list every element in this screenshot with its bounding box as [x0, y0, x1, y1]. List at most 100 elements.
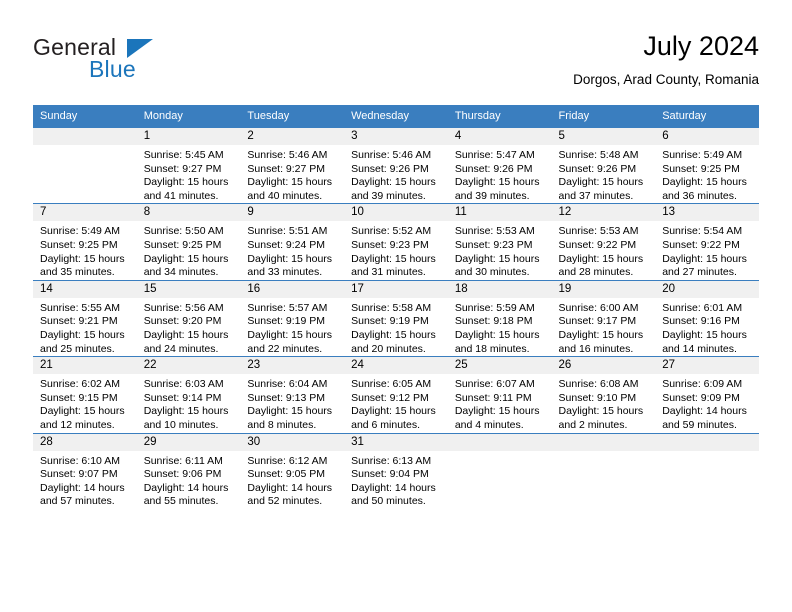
calendar-day-cell[interactable]: 2 Sunrise: 5:46 AM Sunset: 9:27 PM Daylight…: [240, 126, 345, 204]
calendar-day-cell[interactable]: 8 Sunrise: 5:50 AM Sunset: 9:25 PM Daylight…: [136, 203, 241, 281]
sunset-text: Sunset: 9:16 PM: [662, 315, 740, 328]
day-details: Sunrise: 5:48 AM Sunset: 9:26 PM Daylight:…: [552, 145, 656, 203]
calendar-day-cell[interactable]: 24 Sunrise: 6:05 AM Sunset: 9:12 PM Dayligh…: [344, 356, 448, 433]
calendar-day-cell[interactable]: 27 Sunrise: 6:09 AM Sunset: 9:09 PM Dayligh…: [655, 356, 759, 433]
calendar-page: General Blue July 2024 Dorgos, Arad Coun…: [0, 0, 792, 612]
daylight-text-line1: Daylight: 15 hours: [247, 328, 333, 341]
page-title: July 2024: [643, 31, 759, 61]
calendar-day-cell[interactable]: 18 Sunrise: 5:59 AM Sunset: 9:18 PM Dayligh…: [447, 279, 552, 357]
calendar-day-cell[interactable]: 19 Sunrise: 6:00 AM Sunset: 9:17 PM Dayligh…: [551, 279, 656, 357]
day-number: 8: [136, 204, 241, 222]
sunrise-text: Sunrise: 6:09 AM: [662, 378, 743, 391]
day-details: Sunrise: 5:46 AM Sunset: 9:27 PM Daylight:…: [240, 145, 344, 203]
day-details: Sunrise: 5:50 AM Sunset: 9:25 PM Daylight:…: [137, 221, 241, 279]
sunset-text: Sunset: 9:14 PM: [143, 391, 222, 404]
day-details: Sunrise: 5:46 AM Sunset: 9:26 PM Daylight:…: [344, 145, 448, 203]
daylight-text-line1: Daylight: 15 hours: [40, 252, 125, 265]
calendar-day-cell[interactable]: 26 Sunrise: 6:08 AM Sunset: 9:10 PM Dayligh…: [551, 356, 656, 433]
daylight-text-line2: and 37 minutes.: [558, 189, 634, 202]
day-details: Sunrise: 5:53 AM Sunset: 9:23 PM Daylight:…: [448, 221, 552, 279]
day-number: [447, 433, 552, 451]
daylight-text-line2: and 39 minutes.: [351, 189, 426, 202]
calendar-day-cell[interactable]: 30 Sunrise: 6:12 AM Sunset: 9:05 PM Dayligh…: [240, 432, 345, 509]
day-number: 9: [240, 204, 345, 222]
daylight-text-line1: Daylight: 15 hours: [143, 328, 229, 341]
daylight-text-line2: and 6 minutes.: [351, 418, 420, 431]
daylight-text-line1: Daylight: 15 hours: [454, 328, 540, 341]
day-number: 5: [551, 128, 656, 145]
calendar-week-row: 14 Sunrise: 5:55 AM Sunset: 9:21 PM Dayligh…: [33, 279, 759, 357]
daylight-text-line2: and 34 minutes.: [143, 266, 219, 279]
day-details: Sunrise: 6:01 AM Sunset: 9:16 PM Daylight:…: [655, 298, 759, 356]
calendar-day-cell[interactable]: 31 Sunrise: 6:13 AM Sunset: 9:04 PM Dayligh…: [344, 432, 448, 509]
daylight-text-line2: and 52 minutes.: [247, 495, 323, 508]
daylight-text-line1: Daylight: 15 hours: [351, 176, 436, 189]
calendar-day-cell[interactable]: 13 Sunrise: 5:54 AM Sunset: 9:22 PM Dayligh…: [655, 203, 759, 281]
day-details: Sunrise: 6:08 AM Sunset: 9:10 PM Daylight:…: [552, 374, 656, 432]
day-details: Sunrise: 6:09 AM Sunset: 9:09 PM Daylight:…: [655, 374, 759, 432]
daylight-text-line2: and 27 minutes.: [662, 266, 737, 279]
calendar-week-row: 7 Sunrise: 5:49 AM Sunset: 9:25 PM Daylight…: [33, 203, 759, 281]
sunset-text: Sunset: 9:21 PM: [40, 315, 118, 328]
sunset-text: Sunset: 9:25 PM: [40, 238, 118, 251]
calendar-day-cell[interactable]: 7 Sunrise: 5:49 AM Sunset: 9:25 PM Daylight…: [33, 203, 137, 281]
daylight-text-line1: Daylight: 15 hours: [247, 405, 333, 418]
day-details: Sunrise: 5:55 AM Sunset: 9:21 PM Daylight:…: [33, 298, 137, 356]
calendar-day-cell[interactable]: 10 Sunrise: 5:52 AM Sunset: 9:23 PM Dayligh…: [344, 203, 448, 281]
calendar-day-cell[interactable]: 20 Sunrise: 6:01 AM Sunset: 9:16 PM Dayligh…: [655, 279, 759, 357]
daylight-text-line2: and 57 minutes.: [40, 495, 115, 508]
daylight-text-line2: and 35 minutes.: [40, 266, 115, 279]
day-number: 19: [551, 280, 656, 298]
calendar-day-cell[interactable]: 23 Sunrise: 6:04 AM Sunset: 9:13 PM Dayligh…: [240, 356, 345, 433]
day-number: 24: [344, 357, 448, 375]
calendar-day-cell[interactable]: 22 Sunrise: 6:03 AM Sunset: 9:14 PM Dayligh…: [136, 356, 241, 433]
day-details: Sunrise: 5:49 AM Sunset: 9:25 PM Daylight:…: [33, 221, 137, 279]
sunrise-text: Sunrise: 6:02 AM: [40, 378, 120, 391]
calendar-day-cell[interactable]: 17 Sunrise: 5:58 AM Sunset: 9:19 PM Dayligh…: [344, 279, 448, 357]
calendar-day-cell[interactable]: 29 Sunrise: 6:11 AM Sunset: 9:06 PM Dayligh…: [136, 432, 241, 509]
calendar-day-cell[interactable]: 12 Sunrise: 5:53 AM Sunset: 9:22 PM Dayligh…: [551, 203, 656, 281]
logo-text-blue: Blue: [89, 56, 136, 82]
calendar-day-cell[interactable]: 11 Sunrise: 5:53 AM Sunset: 9:23 PM Dayligh…: [447, 203, 552, 281]
calendar-day-cell[interactable]: 15 Sunrise: 5:56 AM Sunset: 9:20 PM Dayligh…: [136, 279, 241, 357]
day-details: Sunrise: 5:45 AM Sunset: 9:27 PM Daylight:…: [137, 145, 241, 203]
day-number: 1: [136, 128, 241, 145]
calendar-day-cell[interactable]: 9 Sunrise: 5:51 AM Sunset: 9:24 PM Daylight…: [240, 203, 345, 281]
weekday-header-sunday: Sunday: [33, 105, 137, 128]
daylight-text-line1: Daylight: 15 hours: [247, 176, 333, 189]
calendar-day-cell-empty: [655, 432, 759, 509]
day-details: Sunrise: 6:03 AM Sunset: 9:14 PM Daylight:…: [137, 374, 241, 432]
sunrise-text: Sunrise: 5:56 AM: [143, 301, 224, 314]
calendar-header-row: Sunday Monday Tuesday Wednesday Thursday…: [33, 105, 759, 128]
sunrise-text: Sunrise: 5:51 AM: [247, 225, 328, 238]
sunset-text: Sunset: 9:19 PM: [351, 315, 429, 328]
calendar-day-cell[interactable]: 28 Sunrise: 6:10 AM Sunset: 9:07 PM Dayligh…: [33, 432, 137, 509]
calendar-day-cell[interactable]: 1 Sunrise: 5:45 AM Sunset: 9:27 PM Daylight…: [136, 126, 241, 204]
weekday-header-thursday: Thursday: [447, 105, 552, 128]
calendar-day-cell[interactable]: 14 Sunrise: 5:55 AM Sunset: 9:21 PM Dayligh…: [33, 279, 137, 357]
general-blue-logo[interactable]: General Blue: [33, 34, 253, 90]
sunrise-text: Sunrise: 6:05 AM: [351, 378, 432, 391]
weekday-header-wednesday: Wednesday: [344, 105, 448, 128]
sunrise-text: Sunrise: 6:13 AM: [351, 454, 432, 467]
calendar-day-cell[interactable]: 25 Sunrise: 6:07 AM Sunset: 9:11 PM Dayligh…: [447, 356, 552, 433]
calendar-day-cell[interactable]: 5 Sunrise: 5:48 AM Sunset: 9:26 PM Daylight…: [551, 126, 656, 204]
sunset-text: Sunset: 9:07 PM: [40, 468, 118, 481]
daylight-text-line2: and 12 minutes.: [40, 418, 115, 431]
calendar-day-cell[interactable]: 3 Sunrise: 5:46 AM Sunset: 9:26 PM Daylight…: [344, 126, 448, 204]
calendar-day-cell[interactable]: 4 Sunrise: 5:47 AM Sunset: 9:26 PM Daylight…: [447, 126, 552, 204]
sunrise-text: Sunrise: 5:58 AM: [351, 301, 432, 314]
sunrise-text: Sunrise: 5:45 AM: [143, 149, 224, 161]
calendar-day-cell[interactable]: 16 Sunrise: 5:57 AM Sunset: 9:19 PM Dayligh…: [240, 279, 345, 357]
calendar-day-cell[interactable]: 21 Sunrise: 6:02 AM Sunset: 9:15 PM Dayligh…: [33, 356, 137, 433]
daylight-text-line1: Daylight: 15 hours: [40, 405, 125, 418]
sunrise-text: Sunrise: 6:04 AM: [247, 378, 328, 391]
day-number: 28: [33, 433, 137, 451]
calendar-grid: Sunday Monday Tuesday Wednesday Thursday…: [33, 105, 759, 509]
daylight-text-line2: and 33 minutes.: [247, 266, 323, 279]
sunrise-text: Sunrise: 5:48 AM: [558, 149, 639, 161]
day-number: 15: [136, 280, 241, 298]
sunset-text: Sunset: 9:17 PM: [558, 315, 637, 328]
calendar-day-cell[interactable]: 6 Sunrise: 5:49 AM Sunset: 9:25 PM Daylight…: [655, 126, 759, 204]
daylight-text-line2: and 2 minutes.: [558, 418, 628, 431]
